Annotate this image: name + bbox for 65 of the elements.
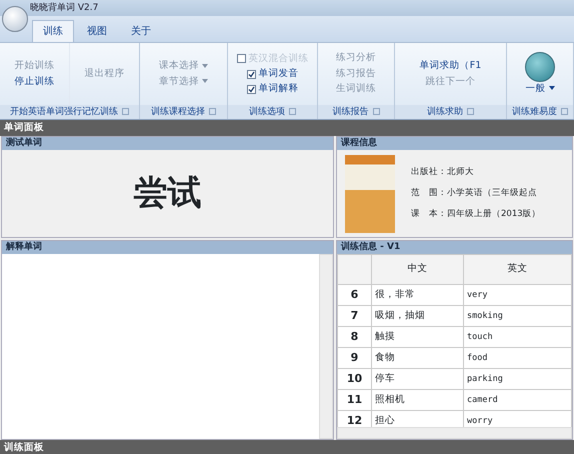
info-line: 范 围：小学英语（三年级起点	[411, 187, 538, 200]
table-cell: 照相机	[372, 390, 464, 410]
table-header	[338, 254, 372, 284]
checkbox[interactable]	[246, 70, 256, 78]
row-number: 10	[338, 368, 372, 390]
checkbox-label: 单词解释	[258, 82, 298, 96]
row-number: 8	[338, 326, 372, 348]
pane-header: 训练信息 - V1	[337, 241, 572, 254]
row-number: 9	[338, 348, 372, 368]
table-cell: worry	[464, 410, 572, 427]
checkbox-label: 英汉混合训练	[248, 52, 308, 66]
dialog-launcher-icon[interactable]	[209, 108, 216, 115]
window-title: 晓晓背单词 V2.7	[30, 3, 98, 13]
pane-header: 解释单词	[2, 241, 333, 254]
table-cell: smoking	[464, 306, 572, 326]
table-cell: camerd	[464, 390, 572, 410]
caret-icon	[548, 86, 554, 90]
horizontal-scrollbar[interactable]	[337, 427, 572, 439]
column-header: 中文	[372, 254, 464, 284]
info-line: 课 本：四年级上册（2013版）	[411, 208, 541, 221]
vertical-scrollbar[interactable]	[319, 254, 333, 439]
group-label: 训练求助	[427, 106, 463, 119]
pane-header: 课程信息	[337, 137, 572, 150]
caret-icon	[202, 64, 208, 68]
dialog-launcher-icon[interactable]	[289, 108, 296, 115]
column-header: 英文	[464, 254, 572, 284]
table-cell: 停车	[372, 368, 464, 390]
table-cell: 触摸	[372, 326, 464, 348]
caret-icon	[202, 78, 208, 83]
table-cell: parking	[464, 368, 572, 390]
table-cell: 担心	[372, 410, 464, 427]
row-number: 6	[338, 284, 372, 306]
group-label: 训练课程选择	[151, 106, 205, 119]
table-cell: 吸烟，抽烟	[372, 306, 464, 326]
explanation-textarea[interactable]	[2, 254, 319, 439]
table-cell: very	[464, 284, 572, 306]
ribbon-button[interactable]: 停止训练	[12, 74, 56, 89]
table-cell: food	[464, 348, 572, 368]
dialog-launcher-icon[interactable]	[372, 108, 380, 115]
info-line: 出版社：北师大	[411, 166, 475, 180]
difficulty-button[interactable]: 一般	[524, 82, 556, 96]
ribbon-tab[interactable]: 关于	[120, 20, 162, 42]
panel-header: 训练面板	[4, 442, 44, 453]
group-label: 训练选项	[249, 106, 285, 119]
ribbon-tab[interactable]: 视图	[76, 20, 118, 42]
test-word: 尝试	[132, 172, 202, 215]
dialog-launcher-icon[interactable]	[122, 108, 129, 115]
table-cell: 食物	[372, 348, 464, 368]
checkbox-label: 单词发音	[258, 66, 298, 81]
group-label: 训练报告	[332, 106, 368, 119]
ribbon-tab[interactable]: 训练	[32, 20, 74, 42]
checkbox[interactable]	[246, 84, 256, 94]
group-label: 训练难易度	[512, 106, 557, 119]
dialog-launcher-icon[interactable]	[561, 108, 568, 115]
group-label: 开始英语单词强行记忆训练	[10, 106, 118, 119]
row-number: 12	[338, 410, 372, 427]
row-number: 11	[338, 390, 372, 410]
table-cell: touch	[464, 326, 572, 348]
pane-header: 测试单词	[2, 137, 333, 150]
app-menu-orb[interactable]	[2, 6, 28, 32]
panel-header: 单词面板	[0, 120, 574, 136]
table-cell: 很，非常	[372, 284, 464, 306]
ribbon-button[interactable]: 单词求助（F1	[418, 59, 484, 74]
dialog-launcher-icon[interactable]	[467, 108, 474, 115]
row-number: 7	[338, 306, 372, 326]
